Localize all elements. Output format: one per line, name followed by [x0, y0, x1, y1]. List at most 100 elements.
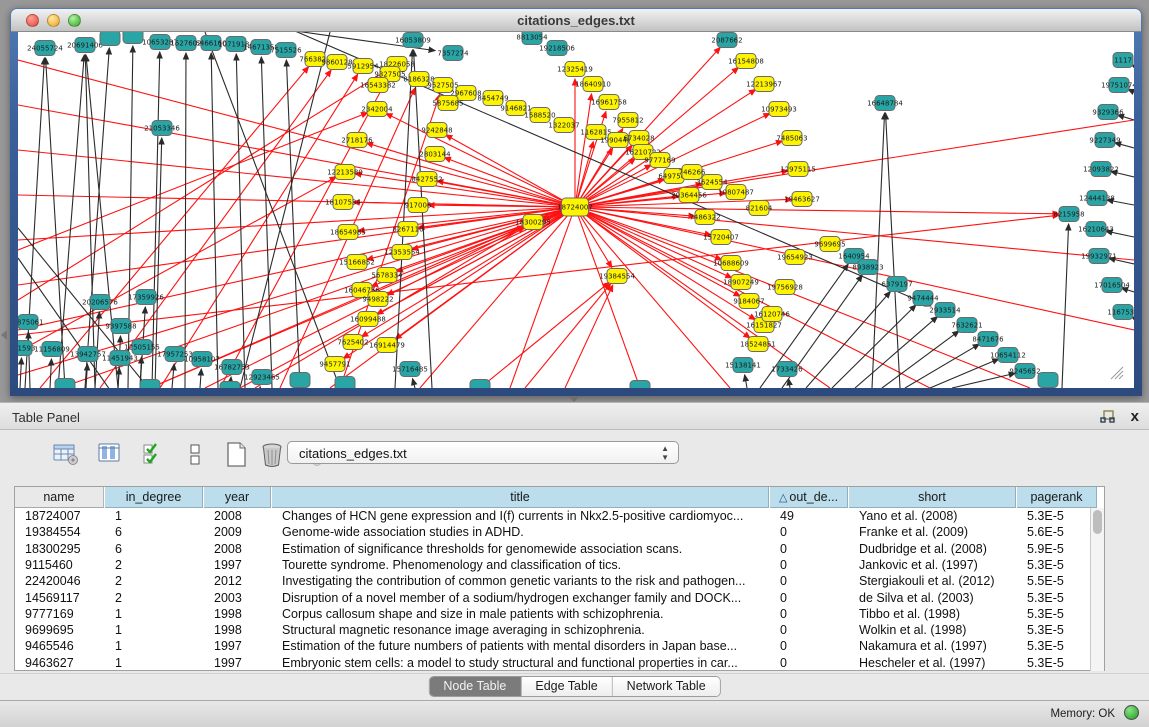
cell-name[interactable]: 9777169 — [15, 606, 105, 622]
citation-edge-black[interactable] — [872, 113, 885, 388]
network-node[interactable] — [470, 380, 490, 389]
citation-edge-black[interactable] — [85, 55, 95, 388]
citation-edge-black[interactable] — [58, 55, 84, 388]
table-row[interactable]: 946554611997Estimation of the future num… — [15, 638, 1091, 654]
column-header-title[interactable]: title — [272, 487, 769, 508]
cell-out_de[interactable]: 0 — [770, 590, 849, 606]
network-node[interactable] — [123, 32, 143, 44]
cell-year[interactable]: 2012 — [204, 573, 272, 589]
cell-in_degree[interactable]: 6 — [105, 524, 204, 540]
cell-year[interactable]: 2008 — [204, 541, 272, 557]
network-node[interactable] — [290, 373, 310, 388]
cell-title[interactable]: Structural magnetic resonance image aver… — [272, 622, 770, 638]
cell-title[interactable]: Changes of HCN gene expression and I(f) … — [272, 508, 770, 524]
network-node[interactable] — [630, 381, 650, 389]
network-node[interactable] — [220, 382, 240, 389]
cell-in_degree[interactable]: 2 — [105, 590, 204, 606]
cell-short[interactable]: Hescheler et al. (1997) — [849, 655, 1017, 671]
citation-edge-red[interactable] — [205, 227, 524, 388]
cell-year[interactable]: 1998 — [204, 606, 272, 622]
citation-edge-black[interactable] — [952, 373, 1015, 388]
table-row[interactable]: 1830029562008Estimation of significance … — [15, 541, 1091, 557]
cell-out_de[interactable]: 0 — [770, 606, 849, 622]
cell-title[interactable]: Embryonic stem cells: a model to study s… — [272, 655, 770, 671]
trash-icon[interactable] — [258, 440, 288, 470]
cell-year[interactable]: 2003 — [204, 590, 272, 606]
cell-name[interactable]: 19384554 — [15, 524, 105, 540]
cell-short[interactable]: Jankovic et al. (1997) — [849, 557, 1017, 573]
cell-out_de[interactable]: 0 — [770, 573, 849, 589]
table-row[interactable]: 1872400712008Changes of HCN gene express… — [15, 508, 1091, 524]
cell-name[interactable]: 14569117 — [15, 590, 105, 606]
cell-name[interactable]: 18724007 — [15, 508, 105, 524]
network-canvas[interactable]: 2405572420691406106532871527602646616010… — [18, 32, 1134, 388]
cell-year[interactable]: 1997 — [204, 557, 272, 573]
network-node[interactable] — [140, 380, 160, 389]
cell-in_degree[interactable]: 1 — [105, 638, 204, 654]
citation-edge-black[interactable] — [905, 344, 979, 388]
cell-short[interactable]: Stergiakouli et al. (2012) — [849, 573, 1017, 589]
citation-edge-black[interactable] — [85, 48, 109, 388]
cell-in_degree[interactable]: 6 — [105, 541, 204, 557]
table-row[interactable]: 977716911998Corpus callosum shape and si… — [15, 606, 1091, 622]
table-scrollbar[interactable] — [1090, 508, 1104, 671]
cell-pagerank[interactable]: 5.3E-5 — [1017, 557, 1098, 573]
citation-edge-red[interactable] — [40, 67, 309, 388]
citation-edge-black[interactable] — [128, 46, 133, 388]
citation-edge-black[interactable] — [118, 368, 119, 388]
cell-short[interactable]: Dudbridge et al. (2008) — [849, 541, 1017, 557]
network-node[interactable] — [1038, 373, 1058, 388]
new-document-icon[interactable] — [222, 440, 252, 470]
cell-year[interactable]: 1998 — [204, 622, 272, 638]
cell-out_de[interactable]: 0 — [770, 638, 849, 654]
column-header-short[interactable]: short — [849, 487, 1016, 508]
cell-short[interactable]: Franke et al. (2009) — [849, 524, 1017, 540]
cell-pagerank[interactable]: 5.5E-5 — [1017, 573, 1098, 589]
network-node[interactable] — [55, 379, 75, 389]
cell-in_degree[interactable]: 2 — [105, 573, 204, 589]
cell-title[interactable]: Investigating the contribution of common… — [272, 573, 770, 589]
tab-network-table[interactable]: Network Table — [613, 677, 720, 696]
table-settings-icon[interactable] — [52, 440, 82, 470]
tab-edge-table[interactable]: Edge Table — [521, 677, 612, 696]
resize-grip-icon[interactable] — [1108, 364, 1124, 380]
cell-out_de[interactable]: 0 — [770, 655, 849, 671]
column-header-name[interactable]: name — [15, 487, 104, 508]
table-select-dropdown[interactable]: citations_edges.txt ▲▼ — [287, 441, 679, 464]
cell-title[interactable]: Tourette syndrome. Phenomenology and cla… — [272, 557, 770, 573]
citation-edge-black[interactable] — [236, 54, 245, 388]
citation-edge-red[interactable] — [444, 158, 575, 207]
cell-pagerank[interactable]: 5.3E-5 — [1017, 590, 1098, 606]
column-header-out_de[interactable]: △out_de... — [770, 487, 848, 508]
column-header-year[interactable]: year — [204, 487, 271, 508]
tab-node-table[interactable]: Node Table — [429, 677, 521, 696]
citation-edge-black[interactable] — [50, 359, 51, 388]
citation-edge-red[interactable] — [18, 60, 575, 207]
cell-name[interactable]: 22420046 — [15, 573, 105, 589]
citation-edge-black[interactable] — [1062, 224, 1069, 388]
cell-pagerank[interactable]: 5.3E-5 — [1017, 638, 1098, 654]
citation-edge-red[interactable] — [565, 285, 613, 388]
cell-name[interactable]: 18300295 — [15, 541, 105, 557]
cell-out_de[interactable]: 0 — [770, 541, 849, 557]
table-row[interactable]: 946362711997Embryonic stem cells: a mode… — [15, 655, 1091, 671]
citation-edge-red[interactable] — [525, 284, 611, 388]
citation-edge-black[interactable] — [886, 113, 900, 388]
network-window-titlebar[interactable]: citations_edges.txt — [11, 9, 1141, 32]
network-node[interactable] — [100, 32, 120, 46]
cell-title[interactable]: Disruption of a novel member of a sodium… — [272, 590, 770, 606]
cell-short[interactable]: de Silva et al. (2003) — [849, 590, 1017, 606]
cell-name[interactable]: 9465546 — [15, 638, 105, 654]
cell-pagerank[interactable]: 5.6E-5 — [1017, 524, 1098, 540]
cell-in_degree[interactable]: 1 — [105, 508, 204, 524]
citation-edge-black[interactable] — [745, 375, 747, 388]
cell-short[interactable]: Tibbo et al. (1998) — [849, 606, 1017, 622]
cell-pagerank[interactable]: 5.9E-5 — [1017, 541, 1098, 557]
cell-year[interactable]: 1997 — [204, 655, 272, 671]
citation-edge-black[interactable] — [185, 53, 186, 388]
cell-name[interactable]: 9463627 — [15, 655, 105, 671]
cell-in_degree[interactable]: 1 — [105, 622, 204, 638]
citation-edge-black[interactable] — [414, 50, 432, 388]
node-table[interactable]: namein_degreeyeartitle△out_de...shortpag… — [14, 486, 1105, 671]
network-node[interactable] — [335, 377, 355, 389]
